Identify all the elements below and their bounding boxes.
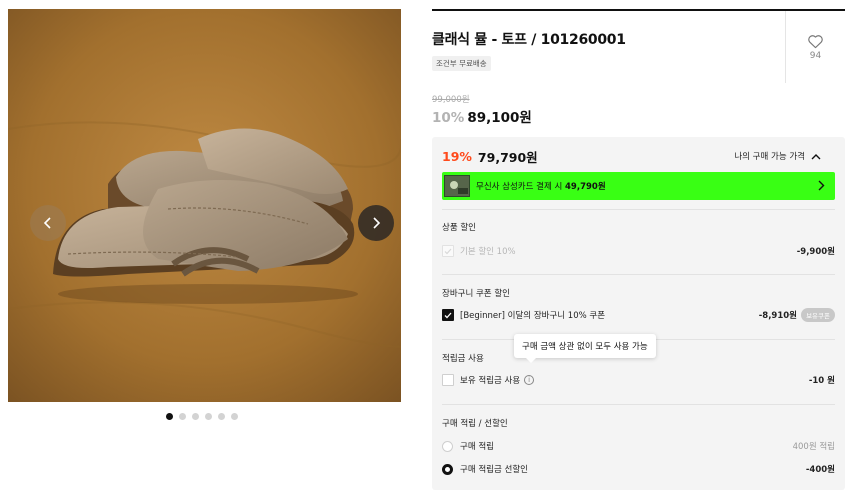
price-row: 10% 89,100원 bbox=[432, 106, 532, 126]
cart-coupon-line: [Beginner] 이달의 장바구니 10% 쿠폰 -8,910원 보유쿠폰 bbox=[442, 308, 835, 322]
best-discount-rate: 19% bbox=[442, 148, 472, 164]
gallery-dot[interactable] bbox=[218, 413, 225, 420]
like-count: 94 bbox=[809, 50, 822, 61]
benefit-panel: 19% 79,790원 나의 구매 가능 가격 무신사 삼성카드 결제 시 49… bbox=[432, 137, 845, 490]
discount-rate: 10% bbox=[432, 110, 465, 126]
product-discount-checkbox bbox=[442, 245, 454, 257]
gallery-dot[interactable] bbox=[231, 413, 238, 420]
my-price-caption: 나의 구매 가능 가격 bbox=[734, 152, 805, 162]
original-price: 99,000원 bbox=[432, 95, 470, 105]
product-title: 클래식 뮬 - 토프 / 101260001 bbox=[432, 32, 626, 48]
reward-earn-label: 구매 적립 bbox=[460, 442, 494, 452]
purchase-reward-title: 구매 적립 / 선할인 bbox=[442, 419, 508, 429]
cart-coupon-amount: -8,910원 bbox=[758, 311, 797, 321]
reward-prediscount-option[interactable]: 구매 적립금 선할인 -400원 bbox=[442, 462, 835, 476]
card-promo-text: 무신사 삼성카드 결제 시 49,790원 bbox=[476, 182, 606, 192]
points-line: 보유 적립금 사용 i -10 원 bbox=[442, 373, 835, 387]
reward-earn-amount: 400원 적립 bbox=[792, 442, 835, 452]
title-row: 클래식 뮬 - 토프 / 101260001 조건부 무료배송 94 bbox=[432, 11, 845, 83]
divider bbox=[442, 404, 835, 405]
check-icon bbox=[444, 312, 452, 318]
product-discount-title: 상품 할인 bbox=[442, 223, 476, 233]
purchase-reward-section: 구매 적립 / 선할인 bbox=[442, 417, 835, 429]
shipping-badge: 조건부 무료배송 bbox=[432, 56, 491, 71]
owned-coupon-pill: 보유쿠폰 bbox=[801, 308, 835, 322]
reward-prediscount-amount: -400원 bbox=[805, 465, 835, 475]
check-icon bbox=[444, 248, 452, 254]
points-checkbox[interactable] bbox=[442, 374, 454, 386]
points-tooltip: 구매 금액 상관 없이 모두 사용 가능 bbox=[514, 334, 656, 363]
gallery-dot[interactable] bbox=[179, 413, 186, 420]
best-price-row[interactable]: 19% 79,790원 나의 구매 가능 가격 bbox=[442, 146, 835, 166]
product-image-gallery[interactable] bbox=[8, 9, 401, 402]
sale-price: 89,100원 bbox=[467, 110, 532, 126]
product-discount-amount: -9,900원 bbox=[796, 247, 835, 257]
gallery-next-button[interactable] bbox=[358, 205, 394, 241]
chevron-left-icon bbox=[43, 217, 51, 229]
gallery-prev-button[interactable] bbox=[30, 205, 66, 241]
cart-coupon-section: 장바구니 쿠폰 할인 bbox=[442, 287, 835, 299]
best-price: 79,790원 bbox=[477, 149, 538, 165]
points-label: 보유 적립금 사용 bbox=[460, 376, 521, 386]
chevron-right-icon bbox=[818, 180, 825, 191]
product-photo bbox=[8, 9, 401, 402]
chevron-up-icon bbox=[811, 153, 821, 159]
gallery-dot[interactable] bbox=[192, 413, 199, 420]
card-promo-banner[interactable]: 무신사 삼성카드 결제 시 49,790원 bbox=[442, 172, 835, 200]
product-info: 클래식 뮬 - 토프 / 101260001 조건부 무료배송 94 99,00… bbox=[432, 9, 845, 490]
card-thumbnail-image bbox=[445, 176, 469, 196]
product-discount-section: 상품 할인 bbox=[442, 221, 835, 233]
product-discount-line: 기본 할인 10% -9,900원 bbox=[442, 244, 835, 258]
heart-icon bbox=[808, 34, 823, 48]
reward-prediscount-label: 구매 적립금 선할인 bbox=[460, 465, 528, 475]
gallery-pagination bbox=[166, 413, 238, 420]
reward-earn-option[interactable]: 구매 적립 400원 적립 bbox=[442, 439, 835, 453]
divider bbox=[442, 209, 835, 210]
cart-coupon-label: [Beginner] 이달의 장바구니 10% 쿠폰 bbox=[460, 311, 606, 321]
gallery-dot[interactable] bbox=[166, 413, 173, 420]
card-thumbnail bbox=[444, 175, 470, 197]
reward-prediscount-radio[interactable] bbox=[442, 463, 453, 475]
chevron-right-icon bbox=[373, 217, 381, 229]
divider bbox=[442, 274, 835, 275]
gallery-dot[interactable] bbox=[205, 413, 212, 420]
cart-coupon-checkbox[interactable] bbox=[442, 309, 454, 321]
like-button[interactable]: 94 bbox=[785, 11, 845, 83]
my-price-toggle[interactable]: 나의 구매 가능 가격 bbox=[734, 150, 821, 162]
points-amount: -10 원 bbox=[808, 376, 835, 386]
cart-coupon-title: 장바구니 쿠폰 할인 bbox=[442, 289, 510, 299]
reward-earn-radio[interactable] bbox=[442, 440, 453, 452]
product-discount-label: 기본 할인 10% bbox=[460, 247, 516, 257]
info-icon[interactable]: i bbox=[524, 375, 535, 385]
